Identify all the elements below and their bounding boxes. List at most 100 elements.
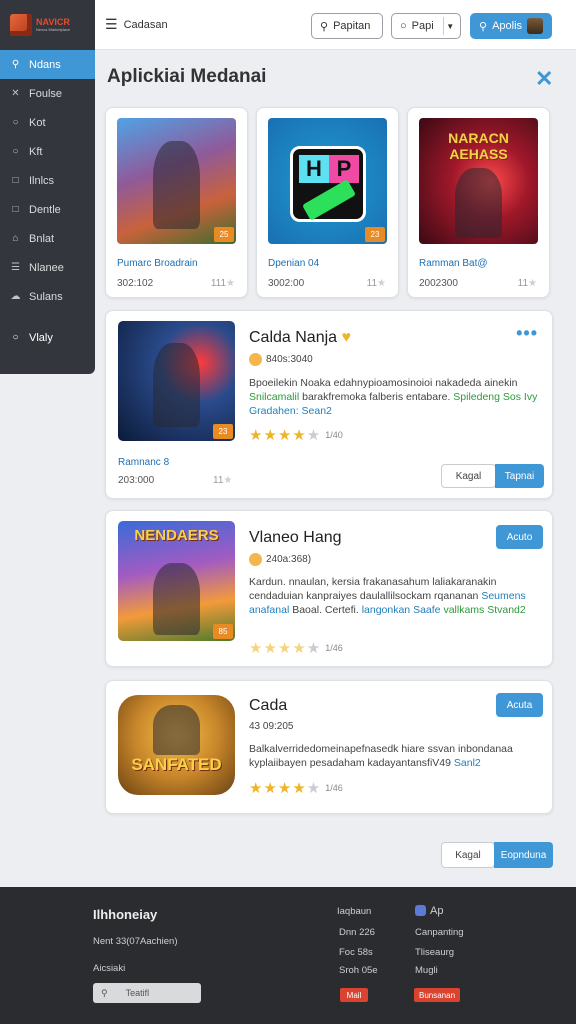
sidebar-item-label: Dentle — [29, 203, 61, 216]
page-title: Aplickiai Medanai — [107, 66, 267, 87]
sidebar-item-foulse[interactable]: ✕ Foulse — [0, 79, 95, 108]
footer-link[interactable]: Dnn 226 — [339, 927, 375, 938]
rating-badge: 23 — [365, 227, 385, 242]
app-card[interactable]: NARACN AEHASS Ramman Bat@ 2002300 11★ — [407, 107, 550, 298]
footer-input-label: Teatifl — [125, 988, 150, 998]
footer: Ilhhoneiay Nent 33(07Aachien) Aicsiaki ⚲… — [0, 887, 576, 1024]
app-meta: 3002:00 — [268, 278, 305, 289]
topbar-title: Cadasan — [123, 18, 168, 31]
star-rating: ★★★★★ 1/40 — [249, 427, 343, 444]
sidebar-item-label: Vlaly — [29, 331, 53, 344]
app-title: Cada — [249, 697, 288, 714]
footer-input[interactable]: ⚲ Teatifl — [93, 983, 201, 1003]
app-title: Calda Nanja ♥ — [249, 329, 352, 346]
app-count: 11★ — [517, 278, 537, 289]
sidebar-item-ndans[interactable]: ⚲ Ndans — [0, 50, 95, 79]
kagal-button[interactable]: Kagal — [441, 464, 496, 488]
rating-badge: 25 — [214, 227, 234, 242]
more-options-icon[interactable]: ••• — [516, 323, 538, 344]
mail-tag[interactable]: Mail — [340, 988, 368, 1002]
footer-text: Nent 33(07Aachien) — [93, 936, 178, 947]
apolis-button[interactable]: ⚲ Apolis — [470, 13, 552, 39]
star-icon: ★ — [377, 278, 386, 289]
star-icon: ★ — [223, 475, 233, 486]
app-card[interactable]: H P 23 Dpenian 04 3002:00 11★ — [256, 107, 399, 298]
footer-text: Aicsiaki — [93, 963, 126, 974]
footer-link[interactable]: Foc 58s — [339, 947, 373, 958]
emoji-icon — [249, 353, 262, 366]
footer-link[interactable]: Tliseaurg — [415, 947, 454, 958]
circle-icon: ○ — [12, 117, 19, 128]
search-button-label: Papitan — [333, 20, 371, 32]
footer-heading: Ap — [415, 905, 443, 917]
acuta-button[interactable]: Acuta — [496, 693, 543, 717]
acuto-button[interactable]: Acuto — [496, 525, 543, 549]
app-subtitle: 840s:3040 — [249, 353, 313, 366]
app-card[interactable]: 25 Pumarc Broadrain 302:102 111★ — [105, 107, 248, 298]
thumbnail-text: SANFATED — [131, 755, 222, 774]
app-thumbnail: NENDAERS 85 — [118, 521, 235, 641]
trash-icon: ⌂ — [12, 233, 19, 244]
footer-link[interactable]: Sroh 05e — [339, 965, 378, 976]
app-name[interactable]: Pumarc Broadrain — [117, 258, 198, 269]
square-icon: □ — [12, 175, 19, 186]
app-thumbnail: 25 — [117, 118, 236, 244]
square-icon: □ — [12, 204, 19, 215]
search-icon: ⚲ — [11, 59, 20, 70]
close-icon[interactable]: ✕ — [535, 66, 553, 92]
footer-link[interactable]: Mugli — [415, 965, 438, 976]
hamburger-menu-icon[interactable]: ☰ — [105, 16, 118, 33]
sidebar-item-bnlat[interactable]: ⌂ Bnlat — [0, 224, 95, 253]
app-meta: 2002300 — [419, 278, 458, 289]
app-name[interactable]: Ramnanc 8 — [118, 457, 169, 468]
app-description: Kardun. nnaulan, kersia frakanasahum lal… — [249, 576, 526, 616]
cloud-icon: ☁ — [10, 291, 21, 302]
app-logo[interactable]: NAVICR Nexus Marketplace — [0, 0, 95, 50]
sidebar-item-kot[interactable]: ○ Kot — [0, 108, 95, 137]
sidebar-item-label: Kft — [29, 145, 43, 158]
sidebar-item-kft[interactable]: ○ Kft — [0, 137, 95, 166]
sidebar-item-label: Nlanee — [29, 261, 64, 274]
bunsanan-tag[interactable]: Bunsanan — [414, 988, 460, 1002]
topbar: ☰ Cadasan ⚲ Papitan ○ Papi ▼ ⚲ Apolis — [95, 0, 576, 50]
app-subtitle: 43 09:205 — [249, 721, 294, 732]
kagal-button[interactable]: Kagal — [441, 842, 495, 868]
tapnai-button[interactable]: Tapnai — [495, 464, 544, 488]
sidebar-item-label: Sulans — [29, 290, 63, 303]
app-count: 111★ — [210, 278, 235, 289]
search-button[interactable]: ⚲ Papitan — [311, 13, 383, 39]
app-subtitle: 240a:368) — [249, 553, 311, 566]
tools-icon: ✕ — [11, 88, 20, 99]
sidebar-item-label: Kot — [29, 116, 46, 129]
rating-badge: 23 — [213, 424, 233, 439]
footer-link[interactable]: Iaqbaun — [337, 906, 371, 917]
star-rating: ★★★★★ 1/46 — [249, 780, 343, 797]
cube-logo-icon — [10, 14, 32, 36]
eopnduna-button[interactable]: Eopnduna — [494, 842, 553, 868]
sidebar-item-label: Bnlat — [29, 232, 55, 245]
sidebar-item-dentle[interactable]: □ Dentle — [0, 195, 95, 224]
search-icon: ⚲ — [320, 20, 329, 33]
app-detail-card[interactable]: SANFATED Cada 43 09:205 Balkalverridedom… — [105, 680, 553, 814]
sidebar-item-sulans[interactable]: ☁ Sulans — [0, 282, 95, 311]
chevron-down-icon: ▼ — [442, 17, 457, 35]
logo-subtext: Nexus Marketplace — [36, 26, 71, 32]
sidebar-item-nlanee[interactable]: ☰ Nlanee — [0, 253, 95, 282]
app-thumbnail: NARACN AEHASS — [419, 118, 538, 244]
app-name[interactable]: Ramman Bat@ — [419, 258, 488, 269]
app-detail-card[interactable]: NENDAERS 85 Vlaneo Hang 240a:368) Kardun… — [105, 510, 553, 667]
star-rating: ★★★★★ 1/46 — [249, 640, 343, 657]
app-description: Bpoeilekin Noaka edahnypioamosinoioi nak… — [249, 377, 538, 417]
sidebar-item-vlaly[interactable]: ○ Vlaly — [0, 323, 95, 352]
list-icon: ☰ — [11, 262, 20, 273]
footer-link[interactable]: Canpanting — [415, 927, 464, 938]
app-title: Vlaneo Hang — [249, 529, 342, 546]
circle-icon: ○ — [400, 20, 407, 32]
app-name[interactable]: Dpenian 04 — [268, 258, 319, 269]
app-description: Balkalverridedomeinapefnasedk hiare ssva… — [249, 743, 513, 769]
app-detail-card[interactable]: 23 Calda Nanja ♥ 840s:3040 Bpoeilekin No… — [105, 310, 553, 499]
app-count: 11★ — [366, 278, 386, 289]
app-thumbnail: SANFATED — [118, 695, 235, 795]
filter-select[interactable]: ○ Papi ▼ — [391, 13, 461, 39]
sidebar-item-ilnlcs[interactable]: □ Ilnlcs — [0, 166, 95, 195]
